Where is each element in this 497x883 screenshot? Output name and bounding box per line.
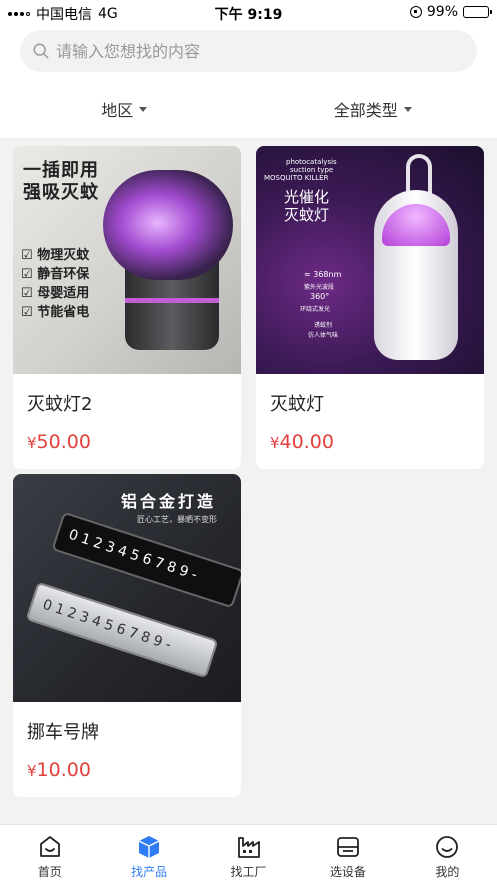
cube-icon bbox=[138, 836, 160, 858]
image-spec: ≈ 368nm bbox=[304, 270, 342, 279]
status-bar: 中国电信 4G 下午 9:19 99% bbox=[0, 0, 497, 26]
product-title: 挪车号牌 bbox=[27, 722, 99, 743]
search-input[interactable] bbox=[56, 41, 436, 61]
tab-factory-label: 找工厂 bbox=[230, 865, 267, 879]
image-headline: 灭蚊灯 bbox=[284, 206, 330, 224]
product-title: 灭蚊灯2 bbox=[27, 394, 93, 415]
product-card[interactable]: 一插即用 强吸灭蚊 ☑ 物理灭蚊 ☑ 静音环保 ☑ 母婴适用 ☑ 节能省电 灭蚊… bbox=[13, 146, 241, 469]
image-spec: 紫外光波段 bbox=[304, 284, 335, 291]
filter-type[interactable]: 全部类型 bbox=[249, 90, 497, 128]
factory-icon bbox=[237, 837, 260, 858]
tab-home-label: 首页 bbox=[37, 865, 62, 879]
product-image: 铝合金打造 匠心工艺，暴晒不变形 0123456789- 0123456789- bbox=[13, 474, 241, 702]
filter-region[interactable]: 地区 bbox=[0, 90, 249, 128]
home-face-icon bbox=[39, 836, 60, 857]
orientation-lock-icon bbox=[409, 6, 422, 18]
product-price: ¥40.00 bbox=[270, 431, 334, 453]
image-subheadline: 匠心工艺，暴晒不变形 bbox=[137, 515, 217, 524]
search-bar[interactable] bbox=[20, 30, 477, 72]
tab-products[interactable]: 找产品 bbox=[99, 825, 198, 883]
device-icon bbox=[337, 837, 359, 857]
lamp-ring bbox=[125, 298, 219, 303]
tab-mine[interactable]: 我的 bbox=[398, 825, 497, 883]
filter-type-label: 全部类型 bbox=[333, 101, 398, 120]
tab-home[interactable]: 首页 bbox=[0, 825, 99, 883]
product-card[interactable]: 铝合金打造 匠心工艺，暴晒不变形 0123456789- 0123456789-… bbox=[13, 474, 241, 797]
status-right: 99% bbox=[409, 4, 492, 20]
search-icon bbox=[33, 43, 49, 59]
lamp-glow bbox=[103, 170, 233, 280]
top-header: 中国电信 4G 下午 9:19 99% 地区 全部类型 bbox=[0, 0, 497, 138]
image-spec: 环绕式发光 bbox=[300, 306, 331, 313]
product-image: 一插即用 强吸灭蚊 ☑ 物理灭蚊 ☑ 静音环保 ☑ 母婴适用 ☑ 节能省电 bbox=[13, 146, 241, 374]
image-spec: 诱蚊剂 bbox=[314, 322, 333, 329]
filter-bar: 地区 全部类型 bbox=[0, 90, 497, 128]
filter-region-label: 地区 bbox=[101, 101, 134, 120]
battery-icon bbox=[463, 6, 492, 18]
image-small-text: photocatalysis bbox=[286, 158, 337, 166]
lamp-hook bbox=[406, 154, 432, 194]
image-feature: ☑ 物理灭蚊 bbox=[21, 248, 90, 263]
image-small-text: suction type bbox=[290, 166, 334, 174]
tab-mine-label: 我的 bbox=[435, 865, 460, 879]
tab-equipment[interactable]: 选设备 bbox=[298, 825, 397, 883]
plate-black: 0123456789- bbox=[51, 511, 241, 609]
battery-percent: 99% bbox=[426, 4, 458, 20]
image-spec: 360° bbox=[310, 292, 330, 301]
image-headline: 强吸灭蚊 bbox=[23, 182, 99, 203]
bottom-tab-bar: 首页 找产品 找工厂 选设备 我的 bbox=[0, 824, 497, 883]
image-feature: ☑ 节能省电 bbox=[21, 305, 90, 320]
image-feature: ☑ 母婴适用 bbox=[21, 286, 90, 301]
product-title: 灭蚊灯 bbox=[270, 394, 324, 415]
image-feature: ☑ 静音环保 bbox=[21, 267, 90, 282]
caret-down-icon bbox=[139, 106, 148, 112]
caret-down-icon bbox=[403, 106, 412, 112]
tab-equipment-label: 选设备 bbox=[329, 865, 366, 879]
plate-silver: 0123456789- bbox=[25, 581, 219, 679]
product-price: ¥10.00 bbox=[27, 759, 91, 781]
tab-products-label: 找产品 bbox=[131, 865, 168, 879]
image-spec: 仿人体气味 bbox=[308, 332, 339, 339]
smile-face-icon bbox=[436, 836, 459, 858]
product-price: ¥50.00 bbox=[27, 431, 91, 453]
image-headline: 铝合金打造 bbox=[121, 492, 217, 511]
tab-factory[interactable]: 找工厂 bbox=[199, 825, 298, 883]
product-image: photocatalysis suction type MOSQUITO KIL… bbox=[256, 146, 484, 374]
image-small-text: MOSQUITO KILLER bbox=[264, 174, 329, 182]
product-card[interactable]: photocatalysis suction type MOSQUITO KIL… bbox=[256, 146, 484, 469]
